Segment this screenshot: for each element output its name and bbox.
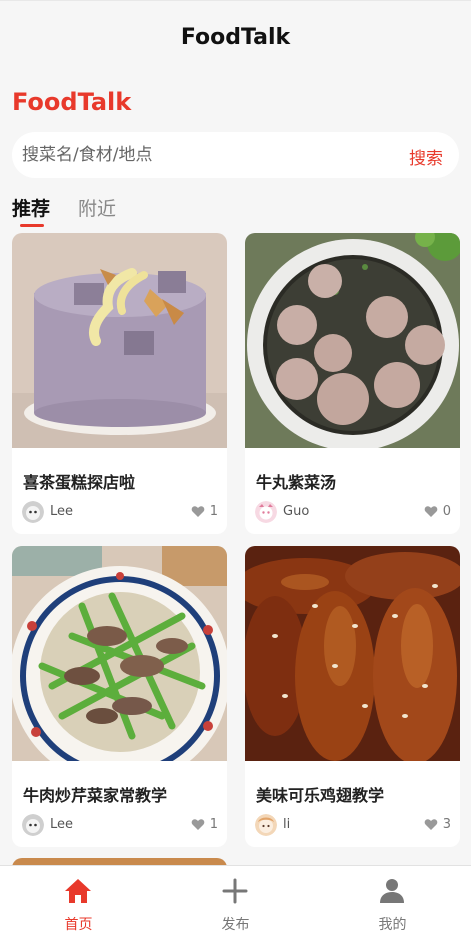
feed-card[interactable]: 牛丸紫菜汤 Guo 0: [245, 233, 460, 534]
nav-publish-label: 发布: [221, 917, 250, 933]
search-bar: 搜索: [12, 132, 459, 178]
author-name[interactable]: Guo: [283, 504, 309, 519]
post-photo-beef-celery: [12, 546, 227, 761]
post-photo-cola-chicken-wings: [245, 546, 460, 761]
bottom-navigation: 首页 发布 我的: [0, 865, 471, 939]
post-title: 牛丸紫菜汤: [256, 473, 337, 492]
author-avatar[interactable]: [255, 501, 277, 523]
heart-icon[interactable]: [191, 505, 205, 518]
feed-card[interactable]: 喜茶蛋糕探店啦 Lee 1: [12, 233, 227, 534]
post-photo-meatball-soup: [245, 233, 460, 448]
nav-publish[interactable]: 发布: [157, 866, 314, 939]
heart-icon[interactable]: [424, 505, 438, 518]
tab-recommended[interactable]: 推荐: [12, 194, 50, 221]
feed-card[interactable]: 美味可乐鸡翅教学 li 3: [245, 546, 460, 847]
author-name[interactable]: li: [283, 817, 290, 832]
author-name[interactable]: Lee: [50, 817, 73, 832]
plus-icon: [222, 878, 248, 904]
home-icon: [65, 879, 91, 903]
post-title: 美味可乐鸡翅教学: [256, 786, 385, 805]
post-title: 牛肉炒芹菜家常教学: [23, 786, 168, 805]
post-photo-cake: [12, 233, 227, 448]
nav-home[interactable]: 首页: [0, 866, 157, 939]
author-avatar[interactable]: [22, 501, 44, 523]
author-name[interactable]: Lee: [50, 504, 73, 519]
like-count: 3: [442, 817, 451, 832]
heart-icon[interactable]: [424, 818, 438, 831]
nav-profile-label: 我的: [378, 917, 407, 933]
brand-logo-text: FoodTalk: [12, 88, 132, 116]
active-tab-indicator: [20, 224, 44, 227]
like-count: 1: [209, 817, 218, 832]
author-avatar[interactable]: [22, 814, 44, 836]
feed-card[interactable]: 牛肉炒芹菜家常教学 Lee 1: [12, 546, 227, 847]
person-icon: [380, 879, 404, 903]
author-avatar[interactable]: [255, 814, 277, 836]
like-count: 0: [442, 504, 451, 519]
tab-nearby[interactable]: 附近: [78, 194, 116, 221]
like-count: 1: [209, 504, 218, 519]
search-input[interactable]: [22, 132, 382, 178]
nav-home-label: 首页: [64, 917, 93, 933]
nav-profile[interactable]: 我的: [314, 866, 471, 939]
top-app-bar: FoodTalk: [0, 0, 471, 80]
post-title: 喜茶蛋糕探店啦: [23, 473, 136, 492]
app-title: FoodTalk: [180, 25, 291, 50]
search-button[interactable]: 搜索: [409, 144, 443, 169]
heart-icon[interactable]: [191, 818, 205, 831]
